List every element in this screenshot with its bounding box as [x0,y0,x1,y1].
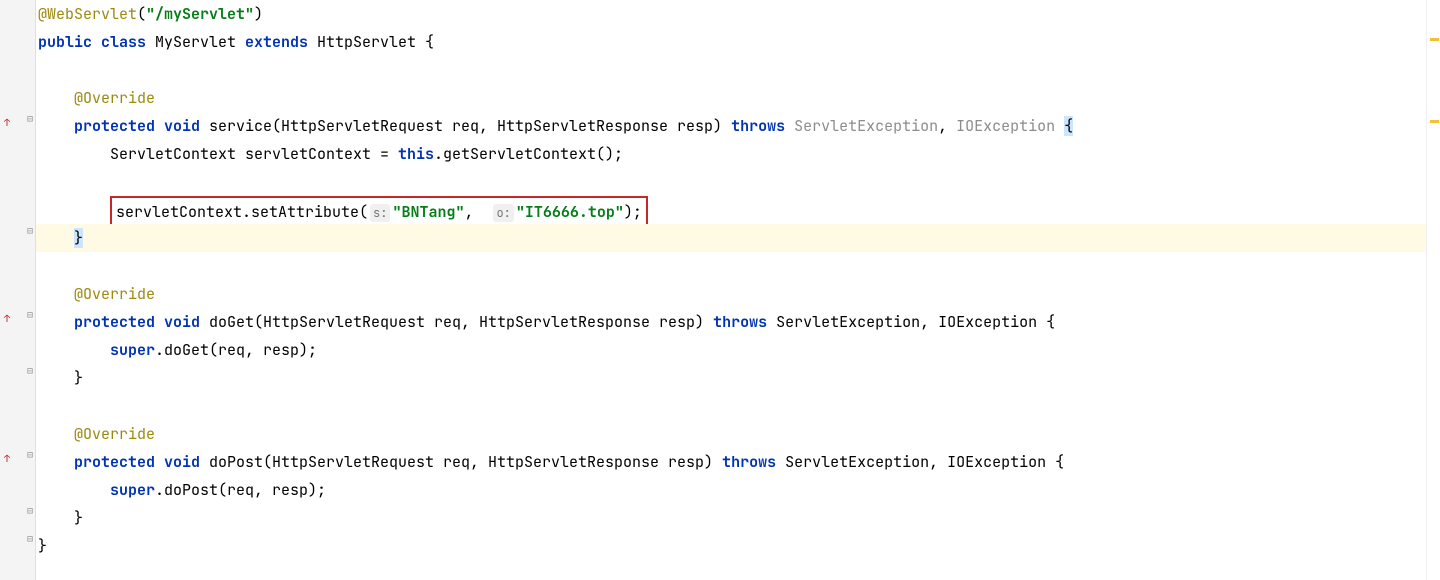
code-line[interactable]: super.doGet(req, resp); [36,336,1426,364]
fold-toggle-icon[interactable]: ⊟ [27,112,33,125]
fold-end-icon[interactable]: ⊟ [27,364,33,377]
annotation: @Override [74,88,155,108]
error-stripe[interactable] [1426,0,1440,580]
string-literal: "IT6666.top" [516,202,624,222]
code-line[interactable]: protected void doGet(HttpServletRequest … [36,308,1426,336]
code-line[interactable]: super.doPost(req, resp); [36,476,1426,504]
override-marker-icon[interactable]: ↑ [4,116,10,129]
current-line[interactable]: } [36,224,1426,252]
fold-end-icon[interactable]: ⊟ [27,504,33,517]
fold-end-icon[interactable]: ⊟ [27,224,33,237]
code-line[interactable]: } [36,532,1426,560]
fold-toggle-icon[interactable]: ⊟ [27,308,33,321]
code-line[interactable]: protected void service(HttpServletReques… [36,112,1426,140]
override-marker-icon[interactable]: ↑ [4,452,10,465]
code-line[interactable]: } [36,504,1426,532]
matched-brace: { [1064,116,1073,136]
code-line[interactable]: @WebServlet("/myServlet") [36,0,1426,28]
code-line[interactable]: @Override [36,280,1426,308]
annotation: @WebServlet [38,4,137,24]
code-line[interactable]: @Override [36,420,1426,448]
code-line[interactable]: protected void doPost(HttpServletRequest… [36,448,1426,476]
code-line[interactable] [36,392,1426,420]
code-line[interactable]: ServletContext servletContext = this.get… [36,140,1426,168]
unused-exception: ServletException [794,116,938,136]
matched-brace: } [74,228,83,248]
fold-end-icon[interactable]: ⊟ [27,532,33,545]
code-line[interactable]: servletContext.setAttribute(s:"BNTang", … [36,196,1426,224]
code-editor[interactable]: @WebServlet("/myServlet") public class M… [36,0,1426,580]
string-literal: "/myServlet" [146,4,254,24]
code-line[interactable]: } [36,364,1426,392]
code-line[interactable] [36,252,1426,280]
code-line[interactable]: @Override [36,84,1426,112]
annotation: @Override [74,284,155,304]
annotation: @Override [74,424,155,444]
parameter-hint: s: [370,204,390,222]
code-line[interactable] [36,168,1426,196]
editor-gutter[interactable]: ↑ ⊟ ⊟ ↑ ⊟ ⊟ ↑ ⊟ ⊟ ⊟ [0,0,36,580]
code-line[interactable]: public class MyServlet extends HttpServl… [36,28,1426,56]
fold-toggle-icon[interactable]: ⊟ [27,448,33,461]
override-marker-icon[interactable]: ↑ [4,312,10,325]
string-literal: "BNTang" [392,202,464,222]
warning-marker[interactable] [1430,38,1439,41]
parameter-hint: o: [493,204,513,222]
code-line[interactable] [36,56,1426,84]
warning-marker[interactable] [1430,120,1439,123]
unused-exception: IOException [956,116,1064,136]
